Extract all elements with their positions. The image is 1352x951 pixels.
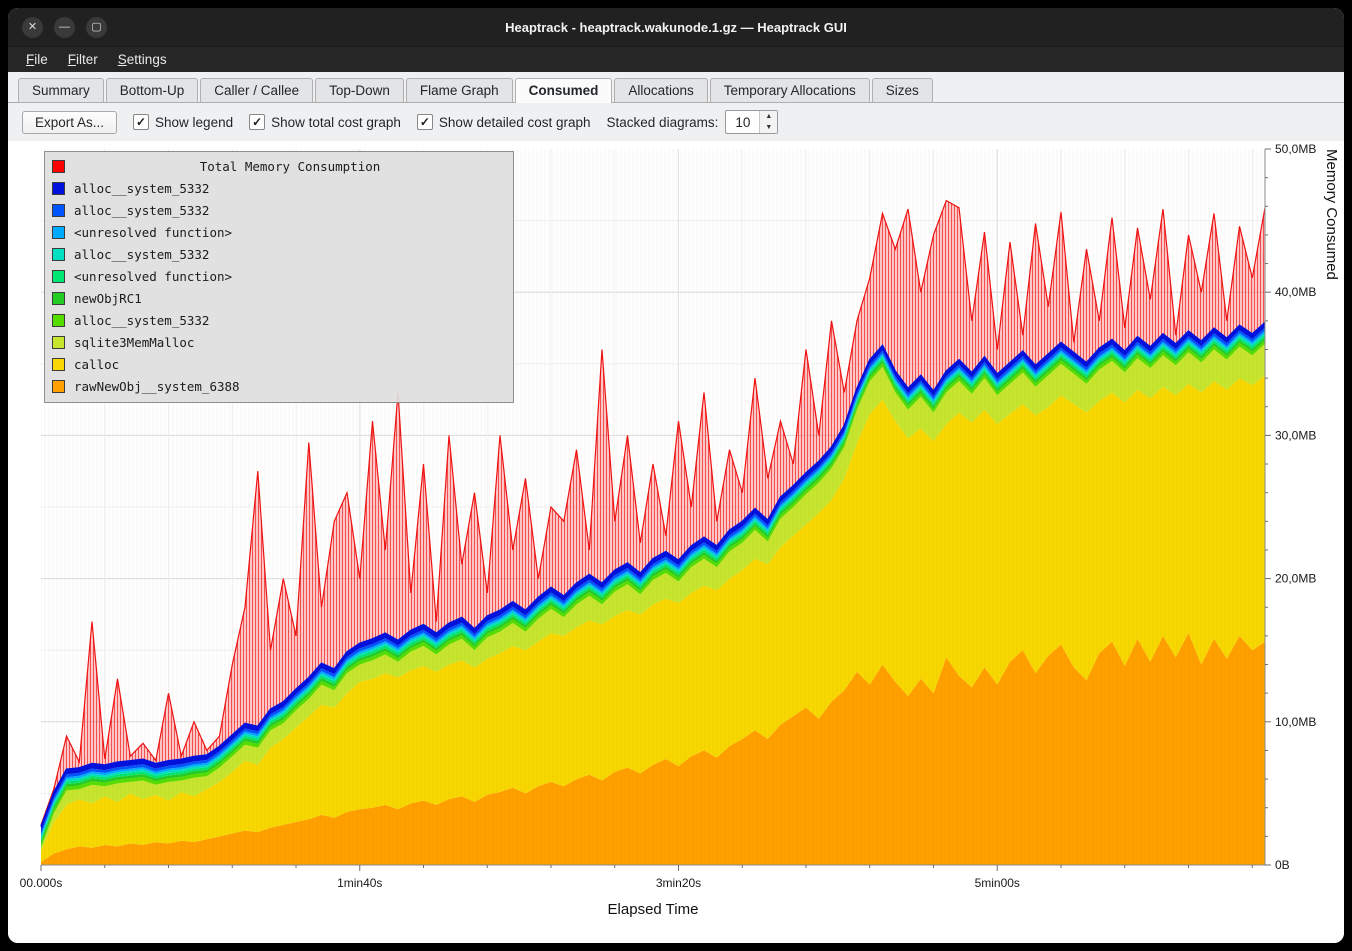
legend-title-row: Total Memory Consumption xyxy=(52,155,506,177)
legend-entry: alloc__system_5332 xyxy=(52,177,506,199)
legend-label: <unresolved function> xyxy=(74,225,232,240)
legend-swatch xyxy=(52,358,65,371)
tab-temporary-allocations[interactable]: Temporary Allocations xyxy=(710,78,870,102)
show-detailed-cost-graph-checkbox[interactable]: Show detailed cost graph xyxy=(417,114,591,130)
menubar: File Filter Settings xyxy=(8,46,1344,72)
legend-swatch xyxy=(52,292,65,305)
legend-entry: calloc xyxy=(52,353,506,375)
tab-sizes[interactable]: Sizes xyxy=(872,78,933,102)
legend-swatch xyxy=(52,204,65,217)
svg-text:10,0MB: 10,0MB xyxy=(1275,715,1316,729)
legend-entry: alloc__system_5332 xyxy=(52,199,506,221)
svg-text:30,0MB: 30,0MB xyxy=(1275,428,1316,442)
tab-bottom-up[interactable]: Bottom-Up xyxy=(106,78,199,102)
tab-allocations[interactable]: Allocations xyxy=(614,78,707,102)
legend-entry: alloc__system_5332 xyxy=(52,243,506,265)
legend-swatch xyxy=(52,182,65,195)
window-title: Heaptrack - heaptrack.wakunode.1.gz — He… xyxy=(505,20,847,35)
legend-entry: <unresolved function> xyxy=(52,221,506,243)
legend-entry: <unresolved function> xyxy=(52,265,506,287)
svg-text:1min40s: 1min40s xyxy=(337,876,382,890)
menu-filter[interactable]: Filter xyxy=(58,49,108,70)
legend-label: rawNewObj__system_6388 xyxy=(74,379,240,394)
chart-legend: Total Memory Consumption alloc__system_5… xyxy=(44,151,514,403)
export-as-button[interactable]: Export As... xyxy=(22,111,117,134)
tab-top-down[interactable]: Top-Down xyxy=(315,78,404,102)
legend-entry: newObjRC1 xyxy=(52,287,506,309)
toolbar: Export As... Show legend Show total cost… xyxy=(8,103,1344,141)
titlebar: ✕ — ▢ Heaptrack - heaptrack.wakunode.1.g… xyxy=(8,8,1344,46)
menu-settings[interactable]: Settings xyxy=(108,49,177,70)
stacked-diagrams-value: 10 xyxy=(726,111,759,133)
checkbox-icon xyxy=(133,114,149,130)
minimize-icon: — xyxy=(59,22,70,33)
minimize-button[interactable]: — xyxy=(54,17,75,38)
tab-summary[interactable]: Summary xyxy=(18,78,104,102)
app-window: ✕ — ▢ Heaptrack - heaptrack.wakunode.1.g… xyxy=(8,8,1344,943)
svg-text:0B: 0B xyxy=(1275,858,1290,872)
checkbox-icon xyxy=(417,114,433,130)
legend-swatch xyxy=(52,248,65,261)
maximize-button[interactable]: ▢ xyxy=(86,17,107,38)
svg-text:40,0MB: 40,0MB xyxy=(1275,285,1316,299)
legend-entry: sqlite3MemMalloc xyxy=(52,331,506,353)
checkbox-icon xyxy=(249,114,265,130)
svg-text:5min00s: 5min00s xyxy=(975,876,1020,890)
show-legend-checkbox[interactable]: Show legend xyxy=(133,114,233,130)
legend-swatch xyxy=(52,380,65,393)
legend-label: <unresolved function> xyxy=(74,269,232,284)
memory-chart-area: 0B 10,0MB 20,0MB 30,0MB 40,0MB 50,0MB 00.000s 1… xyxy=(8,141,1344,943)
svg-text:3min20s: 3min20s xyxy=(656,876,701,890)
legend-label: alloc__system_5332 xyxy=(74,203,209,218)
x-axis-title: Elapsed Time xyxy=(41,901,1265,918)
legend-label: newObjRC1 xyxy=(74,291,142,306)
legend-label: alloc__system_5332 xyxy=(74,313,209,328)
svg-text:00.000s: 00.000s xyxy=(20,876,63,890)
legend-label: alloc__system_5332 xyxy=(74,247,209,262)
spin-down-button[interactable]: ▼ xyxy=(760,122,777,133)
stacked-diagrams-label: Stacked diagrams: xyxy=(607,115,719,130)
y-axis-title: Memory Consumed xyxy=(1323,149,1340,865)
svg-text:20,0MB: 20,0MB xyxy=(1275,572,1316,586)
close-icon: ✕ xyxy=(28,22,37,33)
legend-entry: alloc__system_5332 xyxy=(52,309,506,331)
tab-bar: Summary Bottom-Up Caller / Callee Top-Do… xyxy=(8,72,1344,103)
tab-consumed[interactable]: Consumed xyxy=(515,78,613,103)
tab-flame-graph[interactable]: Flame Graph xyxy=(406,78,513,102)
checkbox-label: Show legend xyxy=(155,115,233,130)
legend-label: sqlite3MemMalloc xyxy=(74,335,194,350)
legend-title: Total Memory Consumption xyxy=(74,159,506,174)
close-button[interactable]: ✕ xyxy=(22,17,43,38)
legend-swatch xyxy=(52,314,65,327)
maximize-icon: ▢ xyxy=(91,22,101,33)
tab-caller-callee[interactable]: Caller / Callee xyxy=(200,78,313,102)
stacked-diagrams-spinner[interactable]: 10 ▲ ▼ xyxy=(725,110,778,134)
legend-swatch xyxy=(52,270,65,283)
checkbox-label: Show detailed cost graph xyxy=(439,115,591,130)
legend-entry: rawNewObj__system_6388 xyxy=(52,375,506,397)
legend-swatch xyxy=(52,336,65,349)
spin-up-button[interactable]: ▲ xyxy=(760,111,777,122)
legend-label: calloc xyxy=(74,357,119,372)
legend-swatch xyxy=(52,160,65,173)
svg-text:50,0MB: 50,0MB xyxy=(1275,142,1316,156)
checkbox-label: Show total cost graph xyxy=(271,115,401,130)
legend-swatch xyxy=(52,226,65,239)
menu-file[interactable]: File xyxy=(16,49,58,70)
legend-label: alloc__system_5332 xyxy=(74,181,209,196)
show-total-cost-graph-checkbox[interactable]: Show total cost graph xyxy=(249,114,401,130)
